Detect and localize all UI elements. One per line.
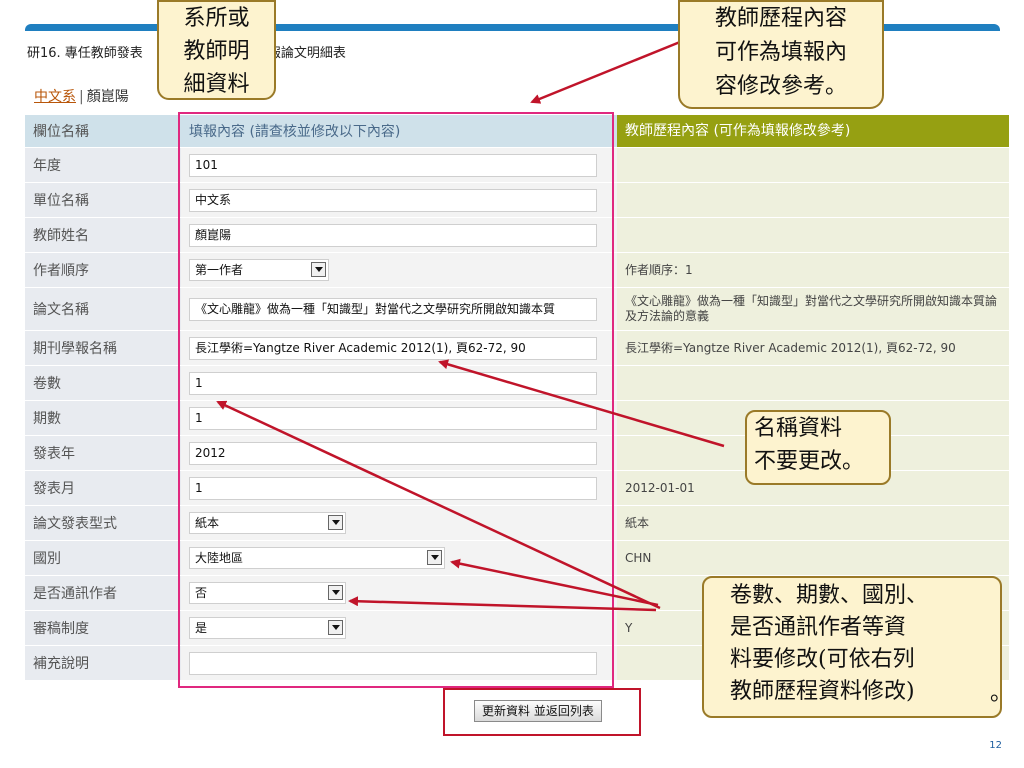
- table-row: 教師姓名 顏崑陽: [25, 217, 1009, 253]
- field-label: 論文名稱: [25, 287, 181, 331]
- field-label: 教師姓名: [25, 217, 181, 253]
- breadcrumb-dept-link[interactable]: 中文系: [34, 89, 76, 105]
- dropdown-arrow-icon[interactable]: [311, 262, 326, 277]
- table-row: 卷數 1: [25, 365, 1009, 401]
- publish-format-value: 紙本: [195, 516, 220, 530]
- field-label: 作者順序: [25, 252, 181, 288]
- callout-fields-to-modify: 卷數、期數、國別、 是否通訊作者等資 料要修改(可依右列 教師歷程資料修改) 。: [702, 576, 1012, 718]
- table-row: 論文發表型式 紙本 紙本: [25, 505, 1009, 541]
- history-value: [617, 217, 1009, 253]
- table-row: 論文名稱 《文心雕龍》做為一種「知識型」對當代之文學研究所開啟知識本質 《文心雕…: [25, 287, 1009, 331]
- table-row: 國別 大陸地區 CHN: [25, 540, 1009, 576]
- field-label: 卷數: [25, 365, 181, 401]
- country-select[interactable]: 大陸地區: [189, 547, 445, 569]
- field-label: 補充說明: [25, 645, 181, 681]
- peer-review-select[interactable]: 是: [189, 617, 346, 639]
- remarks-input[interactable]: [189, 651, 597, 675]
- header-field-name: 欄位名稱: [25, 115, 181, 148]
- history-value: [617, 147, 1009, 183]
- journal-name-input[interactable]: 長江學術=Yangtze River Academic 2012(1), 頁62…: [189, 336, 597, 360]
- year-input[interactable]: 101: [189, 153, 597, 177]
- dropdown-arrow-icon[interactable]: [328, 585, 343, 600]
- field-label: 期刊學報名稱: [25, 330, 181, 366]
- unit-name-input[interactable]: 中文系: [189, 188, 597, 212]
- dropdown-arrow-icon[interactable]: [427, 550, 442, 565]
- callout-dept-info: 系所或 教師明 細資料: [157, 0, 276, 100]
- history-value: [617, 365, 1009, 401]
- field-label: 發表年: [25, 435, 181, 471]
- field-label: 審稿制度: [25, 610, 181, 646]
- field-label: 國別: [25, 540, 181, 576]
- corresponding-author-select[interactable]: 否: [189, 582, 346, 604]
- field-label: 是否通訊作者: [25, 575, 181, 611]
- teacher-name-input[interactable]: 顏崑陽: [189, 223, 597, 247]
- peer-review-value: 是: [195, 621, 208, 635]
- page-number: 12: [989, 740, 1002, 751]
- country-value: 大陸地區: [195, 551, 244, 565]
- history-value: 《文心雕龍》做為一種「知識型」對當代之文學研究所開啟知識本質論及方法論的意義: [617, 287, 1009, 331]
- field-label: 單位名稱: [25, 182, 181, 218]
- publish-format-select[interactable]: 紙本: [189, 512, 346, 534]
- header-history-content: 教師歷程內容 (可作為填報修改參考): [617, 115, 1009, 148]
- callout-name-unchanged: 名稱資料 不要更改。: [745, 410, 891, 485]
- table-row: 作者順序 第一作者 作者順序：1: [25, 252, 1009, 288]
- dropdown-arrow-icon[interactable]: [328, 515, 343, 530]
- field-label: 期數: [25, 400, 181, 436]
- field-label: 發表月: [25, 470, 181, 506]
- history-value: 長江學術=Yangtze River Academic 2012(1), 頁62…: [617, 330, 1009, 366]
- author-order-value: 第一作者: [195, 263, 244, 277]
- breadcrumb: 中文系 | 顏崑陽: [34, 86, 129, 106]
- arrow-history-to-fill: [530, 40, 681, 104]
- history-value: [617, 182, 1009, 218]
- field-label: 年度: [25, 147, 181, 183]
- table-row: 年度 101: [25, 147, 1009, 183]
- dropdown-arrow-icon[interactable]: [328, 620, 343, 635]
- publish-year-input[interactable]: 2012: [189, 441, 597, 465]
- volume-input[interactable]: 1: [189, 371, 597, 395]
- callout-history-content: 教師歷程內容 可作為填報內 容修改參考。: [678, 0, 884, 109]
- issue-input[interactable]: 1: [189, 406, 597, 430]
- update-and-return-button[interactable]: 更新資料 並返回列表: [474, 700, 602, 722]
- author-order-select[interactable]: 第一作者: [189, 259, 329, 281]
- history-value: CHN: [617, 540, 1009, 576]
- corresponding-author-value: 否: [195, 586, 208, 600]
- breadcrumb-separator: |: [79, 89, 84, 105]
- table-row: 單位名稱 中文系: [25, 182, 1009, 218]
- page-title-prefix: 研16. 專任教師發表: [27, 46, 143, 61]
- table-row: 期刊學報名稱 長江學術=Yangtze River Academic 2012(…: [25, 330, 1009, 366]
- header-fill-content: 填報內容 (請查核並修改以下內容): [181, 115, 617, 148]
- field-label: 論文發表型式: [25, 505, 181, 541]
- breadcrumb-teacher: 顏崑陽: [86, 89, 129, 105]
- paper-title-input[interactable]: 《文心雕龍》做為一種「知識型」對當代之文學研究所開啟知識本質: [189, 297, 597, 321]
- publish-month-input[interactable]: 1: [189, 476, 597, 500]
- history-value: 作者順序：1: [617, 252, 1009, 288]
- table-header-row: 欄位名稱 填報內容 (請查核並修改以下內容) 教師歷程內容 (可作為填報修改參考…: [25, 115, 1009, 148]
- history-value: 紙本: [617, 505, 1009, 541]
